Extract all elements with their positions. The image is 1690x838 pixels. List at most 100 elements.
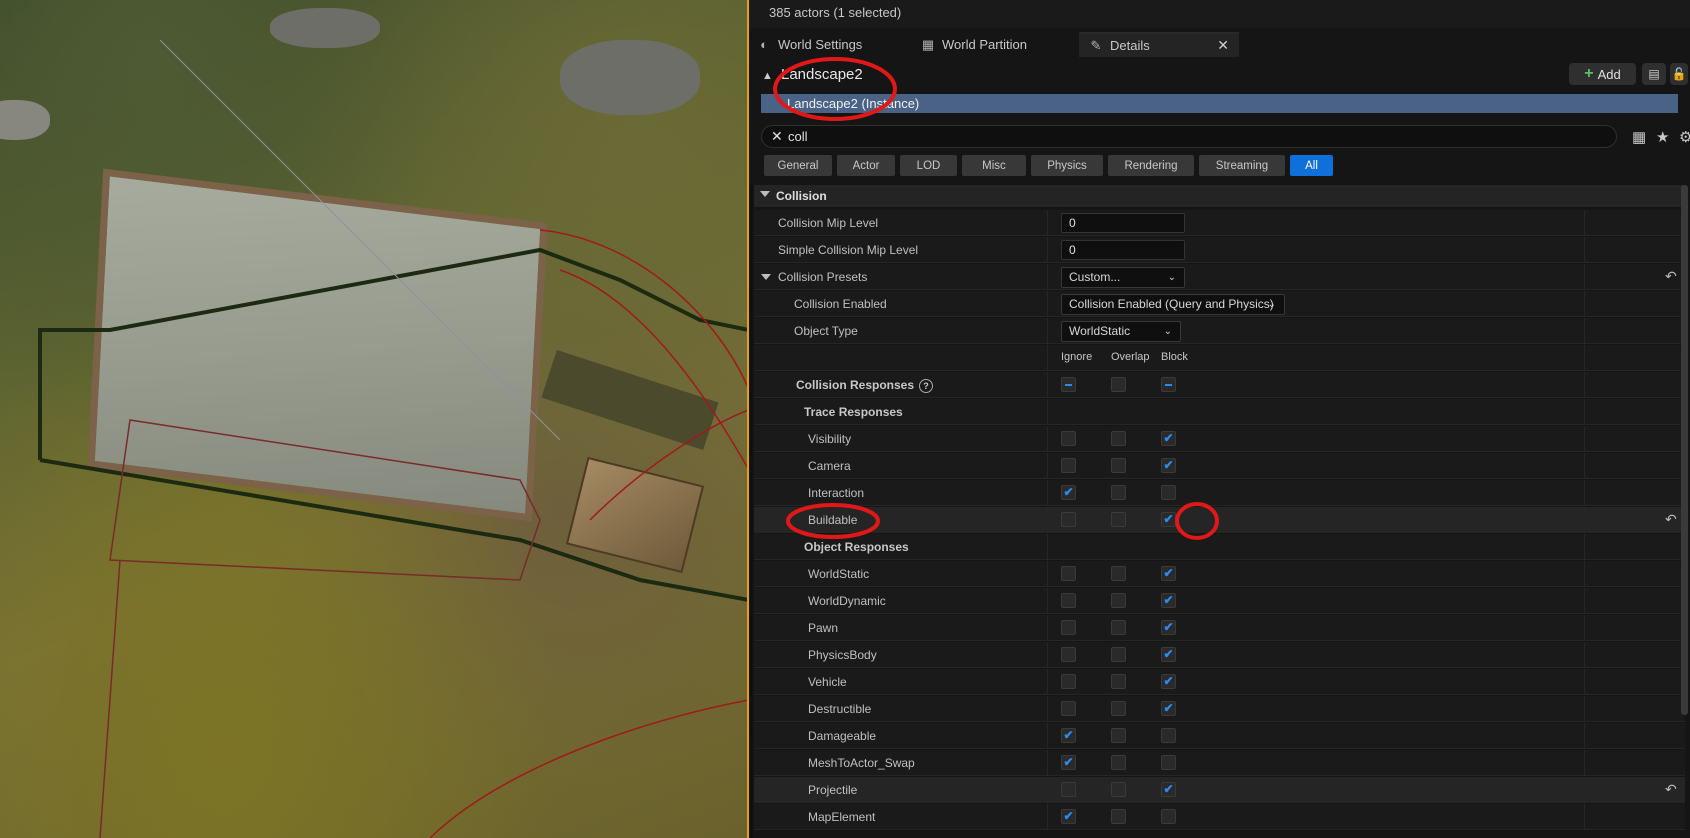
- checkbox-all-overlap[interactable]: [1111, 377, 1126, 392]
- checkbox-block[interactable]: [1161, 674, 1176, 689]
- checkbox-block[interactable]: [1161, 431, 1176, 446]
- checkbox-overlap[interactable]: [1111, 458, 1126, 473]
- checkbox-all-block[interactable]: [1161, 377, 1176, 392]
- collision-wireframe: [38, 39, 749, 838]
- chevron-down-icon: ⌄: [1167, 272, 1176, 283]
- collision-presets-dropdown[interactable]: Custom... ⌄: [1061, 267, 1185, 288]
- expand-arrow-icon: [760, 191, 770, 197]
- checkbox-ignore[interactable]: [1061, 512, 1076, 527]
- checkbox-ignore[interactable]: [1061, 620, 1076, 635]
- checkbox-ignore[interactable]: [1061, 701, 1076, 716]
- checkbox-ignore[interactable]: [1061, 809, 1076, 824]
- prop-row-trace-title: Trace Responses: [754, 399, 1685, 425]
- filter-general[interactable]: General: [764, 155, 832, 176]
- tab-world-partition[interactable]: ▦ World Partition: [921, 32, 1081, 57]
- collision-mip-field[interactable]: 0: [1061, 213, 1185, 233]
- reset-to-default-icon[interactable]: ↶: [1665, 268, 1677, 285]
- reset-to-default-icon[interactable]: ↶: [1665, 511, 1677, 528]
- checkbox-ignore[interactable]: [1061, 647, 1076, 662]
- checkbox-overlap[interactable]: [1111, 485, 1126, 500]
- divider: [1584, 453, 1585, 479]
- help-icon[interactable]: ?: [919, 379, 934, 393]
- checkbox-overlap[interactable]: [1111, 809, 1126, 824]
- checkbox-overlap[interactable]: [1111, 431, 1126, 446]
- checkbox-overlap[interactable]: [1111, 701, 1126, 716]
- dropdown-value: Custom...: [1069, 270, 1121, 284]
- divider: [1584, 723, 1585, 749]
- checkbox-overlap[interactable]: [1111, 647, 1126, 662]
- section-collision[interactable]: Collision: [754, 185, 1685, 207]
- chevron-down-icon: ⌄: [1163, 326, 1172, 337]
- component-tree-item[interactable]: Landscape2 (Instance): [761, 94, 1678, 113]
- checkbox-block[interactable]: [1161, 620, 1176, 635]
- checkbox-block[interactable]: [1161, 701, 1176, 716]
- checkbox-ignore[interactable]: [1061, 485, 1076, 500]
- checkbox-block[interactable]: [1161, 485, 1176, 500]
- object-type-dropdown[interactable]: WorldStatic ⌄: [1061, 321, 1181, 342]
- checkbox-overlap[interactable]: [1111, 512, 1126, 527]
- checkbox-ignore[interactable]: [1061, 431, 1076, 446]
- filter-streaming[interactable]: Streaming: [1199, 155, 1285, 176]
- checkbox-block[interactable]: [1161, 458, 1176, 473]
- checkbox-overlap[interactable]: [1111, 674, 1126, 689]
- tab-label: World Partition: [942, 37, 1028, 52]
- divider: [1047, 534, 1048, 560]
- simple-mip-field[interactable]: 0: [1061, 240, 1185, 260]
- divider: [1047, 588, 1048, 614]
- actor-name[interactable]: Landscape2: [781, 66, 863, 83]
- column-ignore: Ignore: [1061, 351, 1093, 363]
- clear-search-icon[interactable]: ✕: [771, 128, 783, 145]
- checkbox-overlap[interactable]: [1111, 728, 1126, 743]
- checkbox-overlap[interactable]: [1111, 620, 1126, 635]
- filter-actor[interactable]: Actor: [837, 155, 895, 176]
- checkbox-block[interactable]: [1161, 755, 1176, 770]
- checkbox-ignore[interactable]: [1061, 593, 1076, 608]
- checkbox-ignore[interactable]: [1061, 755, 1076, 770]
- filter-rendering[interactable]: Rendering: [1108, 155, 1194, 176]
- tab-details[interactable]: ✎ Details ✕: [1079, 32, 1239, 57]
- divider: [1047, 750, 1048, 776]
- checkbox-block[interactable]: [1161, 593, 1176, 608]
- checkbox-ignore[interactable]: [1061, 566, 1076, 581]
- checkbox-block[interactable]: [1161, 512, 1176, 527]
- checkbox-block[interactable]: [1161, 566, 1176, 581]
- checkbox-overlap[interactable]: [1111, 566, 1126, 581]
- checkbox-ignore[interactable]: [1061, 458, 1076, 473]
- lock-button[interactable]: 🔓: [1670, 63, 1688, 85]
- details-search[interactable]: ✕: [761, 125, 1617, 148]
- response-row: Buildable ↶: [754, 507, 1685, 533]
- filter-lod[interactable]: LOD: [900, 155, 957, 176]
- dropdown-value: Collision Enabled (Query and Physics): [1069, 297, 1274, 311]
- filter-misc[interactable]: Misc: [962, 155, 1026, 176]
- checkbox-overlap[interactable]: [1111, 593, 1126, 608]
- checkbox-ignore[interactable]: [1061, 728, 1076, 743]
- favorite-star-icon[interactable]: ★: [1656, 128, 1669, 146]
- table-view-icon[interactable]: ▦: [1632, 128, 1646, 146]
- settings-gear-icon[interactable]: ⚙: [1679, 128, 1690, 146]
- close-icon[interactable]: ✕: [1217, 37, 1229, 54]
- pencil-icon: ✎: [1090, 37, 1102, 53]
- checkbox-all-ignore[interactable]: [1061, 377, 1076, 392]
- filter-physics[interactable]: Physics: [1031, 155, 1103, 176]
- search-input[interactable]: [788, 128, 1588, 145]
- checkbox-block[interactable]: [1161, 647, 1176, 662]
- blueprint-button[interactable]: ▤: [1642, 63, 1666, 85]
- tab-world-settings[interactable]: ◐ World Settings: [757, 32, 907, 57]
- expand-arrow-icon[interactable]: [761, 274, 771, 280]
- checkbox-block[interactable]: [1161, 728, 1176, 743]
- checkbox-overlap[interactable]: [1111, 755, 1126, 770]
- level-viewport[interactable]: [0, 0, 749, 838]
- checkbox-block[interactable]: [1161, 782, 1176, 797]
- prop-row-presets: Collision Presets Custom... ⌄ ↶: [754, 264, 1685, 290]
- filter-all[interactable]: All: [1290, 155, 1333, 176]
- checkbox-ignore[interactable]: [1061, 674, 1076, 689]
- checkbox-block[interactable]: [1161, 809, 1176, 824]
- tab-label: Details: [1110, 38, 1150, 53]
- checkbox-ignore[interactable]: [1061, 782, 1076, 797]
- reset-to-default-icon[interactable]: ↶: [1665, 781, 1677, 798]
- divider: [1047, 264, 1048, 290]
- checkbox-overlap[interactable]: [1111, 782, 1126, 797]
- scrollbar[interactable]: [1681, 185, 1688, 715]
- collision-enabled-dropdown[interactable]: Collision Enabled (Query and Physics) ⌄: [1061, 294, 1285, 315]
- add-component-button[interactable]: + Add: [1569, 63, 1636, 85]
